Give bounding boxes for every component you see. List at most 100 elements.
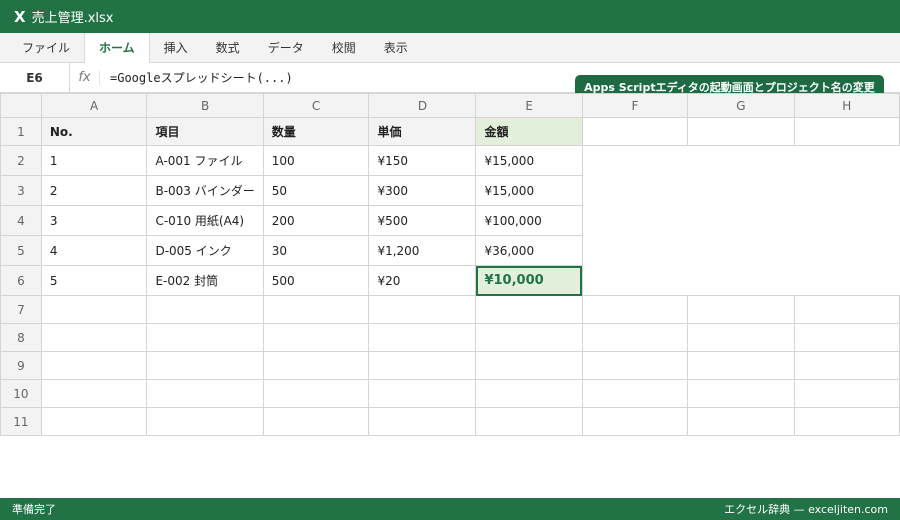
tab-data[interactable]: データ xyxy=(254,33,318,62)
cell[interactable] xyxy=(146,407,264,436)
row-header[interactable]: 11 xyxy=(0,407,42,436)
cell[interactable]: ¥100,000 xyxy=(475,205,583,236)
column-header-e[interactable]: E xyxy=(475,93,583,118)
cell[interactable] xyxy=(262,379,370,408)
cell[interactable] xyxy=(146,351,264,380)
cell[interactable] xyxy=(146,323,264,352)
cell[interactable] xyxy=(581,351,689,380)
cell[interactable] xyxy=(146,379,264,408)
cell[interactable]: 1 xyxy=(40,145,148,176)
header-cell[interactable]: No. xyxy=(40,117,148,146)
cell[interactable]: E-002 封筒 xyxy=(146,265,264,296)
row-header[interactable]: 4 xyxy=(0,205,42,236)
header-cell[interactable]: 数量 xyxy=(262,117,370,146)
fx-icon[interactable]: fx xyxy=(70,70,100,85)
row-header[interactable]: 5 xyxy=(0,235,42,266)
cell[interactable] xyxy=(146,295,264,324)
cell[interactable]: ¥1,200 xyxy=(368,235,477,266)
cell[interactable] xyxy=(262,323,370,352)
column-header-b[interactable]: B xyxy=(146,93,264,118)
row-header[interactable]: 7 xyxy=(0,295,42,324)
cell[interactable] xyxy=(368,407,477,436)
row-header[interactable]: 10 xyxy=(0,379,42,408)
column-header-d[interactable]: D xyxy=(368,93,477,118)
cell[interactable] xyxy=(687,117,795,146)
column-header-a[interactable]: A xyxy=(40,93,148,118)
cell[interactable] xyxy=(368,379,477,408)
cell[interactable]: ¥15,000 xyxy=(475,175,583,206)
cell[interactable] xyxy=(793,407,900,436)
cell[interactable] xyxy=(475,407,583,436)
cell[interactable] xyxy=(262,295,370,324)
header-cell[interactable]: 単価 xyxy=(368,117,477,146)
cell[interactable] xyxy=(40,379,148,408)
cell[interactable] xyxy=(581,379,689,408)
column-header-h[interactable]: H xyxy=(793,93,900,118)
cell[interactable] xyxy=(687,295,795,324)
tab-view[interactable]: 表示 xyxy=(370,33,422,62)
column-header-f[interactable]: F xyxy=(581,93,689,118)
cell[interactable]: ¥20 xyxy=(368,265,477,296)
header-cell[interactable]: 項目 xyxy=(146,117,264,146)
cell[interactable] xyxy=(581,117,689,146)
cell[interactable] xyxy=(368,295,477,324)
cell[interactable] xyxy=(475,295,583,324)
cell[interactable] xyxy=(475,323,583,352)
cell[interactable] xyxy=(40,295,148,324)
cell[interactable] xyxy=(687,323,795,352)
cell[interactable]: B-003 バインダー xyxy=(146,175,264,206)
cell[interactable] xyxy=(262,407,370,436)
cell[interactable]: ¥36,000 xyxy=(475,235,583,266)
cell[interactable] xyxy=(793,323,900,352)
cell[interactable]: 500 xyxy=(262,265,370,296)
cell[interactable] xyxy=(40,407,148,436)
cell[interactable] xyxy=(687,351,795,380)
tab-review[interactable]: 校閲 xyxy=(318,33,370,62)
cell[interactable] xyxy=(368,323,477,352)
row-header[interactable]: 8 xyxy=(0,323,42,352)
formula-input[interactable]: =Googleスプレッドシート(...) xyxy=(100,69,293,86)
cell[interactable]: A-001 ファイル xyxy=(146,145,264,176)
tab-insert[interactable]: 挿入 xyxy=(150,33,202,62)
cell[interactable]: 200 xyxy=(262,205,370,236)
cell[interactable] xyxy=(793,295,900,324)
tab-home[interactable]: ホーム xyxy=(84,33,150,64)
tab-formulas[interactable]: 数式 xyxy=(202,33,254,62)
cell[interactable]: ¥150 xyxy=(368,145,477,176)
cell[interactable]: D-005 インク xyxy=(146,235,264,266)
cell[interactable] xyxy=(40,323,148,352)
select-all-corner[interactable] xyxy=(0,93,42,118)
column-header-g[interactable]: G xyxy=(687,93,795,118)
cell[interactable]: 4 xyxy=(40,235,148,266)
cell[interactable]: ¥300 xyxy=(368,175,477,206)
row-header[interactable]: 9 xyxy=(0,351,42,380)
cell[interactable]: 50 xyxy=(262,175,370,206)
cell[interactable] xyxy=(581,295,689,324)
cell[interactable]: 2 xyxy=(40,175,148,206)
cell[interactable]: ¥15,000 xyxy=(475,145,583,176)
cell[interactable] xyxy=(368,351,477,380)
cell[interactable] xyxy=(262,351,370,380)
cell[interactable]: 5 xyxy=(40,265,148,296)
row-header[interactable]: 1 xyxy=(0,117,42,146)
cell[interactable] xyxy=(581,323,689,352)
cell[interactable]: 100 xyxy=(262,145,370,176)
cell[interactable] xyxy=(40,351,148,380)
column-header-c[interactable]: C xyxy=(262,93,370,118)
cell[interactable]: 30 xyxy=(262,235,370,266)
row-header[interactable]: 3 xyxy=(0,175,42,206)
name-box[interactable]: E6 xyxy=(0,62,70,93)
tab-file[interactable]: ファイル xyxy=(8,33,84,62)
header-cell[interactable]: 金額 xyxy=(475,117,583,146)
cell[interactable] xyxy=(475,351,583,380)
row-header[interactable]: 2 xyxy=(0,145,42,176)
selected-cell-e6[interactable]: ¥10,000 xyxy=(475,265,583,296)
cell[interactable] xyxy=(581,407,689,436)
row-header[interactable]: 6 xyxy=(0,265,42,296)
cell[interactable] xyxy=(687,407,795,436)
cell[interactable]: ¥500 xyxy=(368,205,477,236)
cell[interactable] xyxy=(793,379,900,408)
cell[interactable]: C-010 用紙(A4) xyxy=(146,205,264,236)
cell[interactable]: 3 xyxy=(40,205,148,236)
cell[interactable] xyxy=(475,379,583,408)
